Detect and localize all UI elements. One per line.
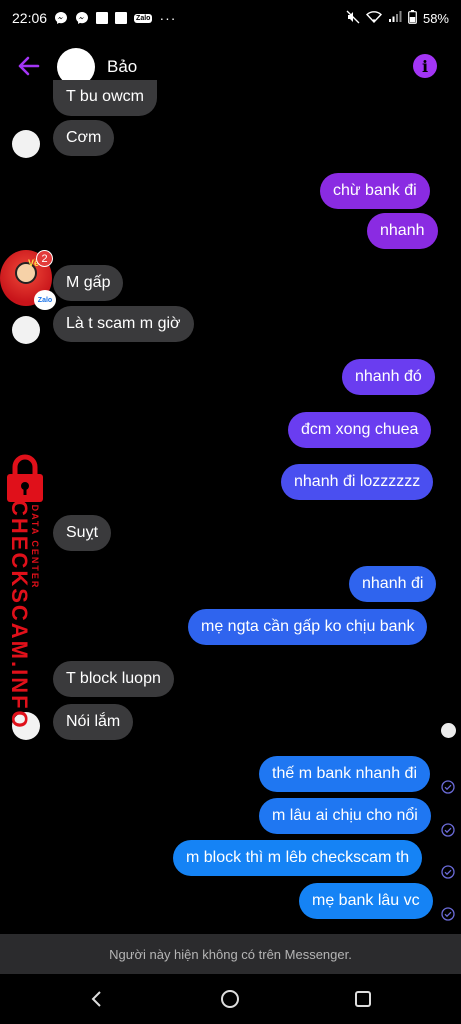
sender-avatar[interactable] (12, 130, 40, 158)
status-time: 22:06 (12, 10, 48, 26)
status-bar: 22:06 Zalo ··· 58% (0, 0, 461, 36)
status-right: 58% (346, 9, 449, 27)
delivered-check-icon (441, 865, 455, 879)
contact-name[interactable]: Bảo (107, 57, 137, 77)
status-left: 22:06 Zalo ··· (12, 10, 176, 26)
zalo-logo-icon: Zalo (34, 290, 56, 310)
delivered-check-icon (441, 780, 455, 794)
unavailable-notice: Người này hiện không có trên Messenger. (0, 934, 461, 974)
seen-avatar (441, 723, 456, 738)
message-incoming[interactable]: Suỵt (53, 515, 112, 551)
info-button[interactable]: i (413, 54, 437, 78)
message-incoming[interactable]: T block luopn (53, 661, 174, 697)
watermark-site: CHECKSCAM.INFO (7, 500, 32, 730)
zalo-chat-head[interactable]: Về ăn 2 Zalo (0, 250, 56, 310)
message-outgoing[interactable]: nhanh đi (349, 566, 437, 602)
back-button[interactable] (14, 54, 42, 78)
nav-home-icon[interactable] (219, 988, 241, 1010)
messenger-icon (75, 11, 89, 25)
message-outgoing[interactable]: nhanh đi lozzzzzz (281, 464, 434, 500)
delivered-check-icon (441, 823, 455, 837)
nav-recents-icon[interactable] (352, 988, 374, 1010)
mute-icon (346, 10, 360, 27)
watermark: DATA CENTER CHECKSCAM.INFO (0, 452, 56, 730)
signal-icon (388, 10, 402, 26)
message-outgoing[interactable]: nhanh đó (342, 359, 435, 395)
message-outgoing[interactable]: m block thì m lêb checkscam th (173, 840, 423, 876)
message-outgoing[interactable]: thế m bank nhanh đi (259, 756, 430, 792)
message-outgoing[interactable]: mẹ bank lâu vc (299, 883, 433, 919)
info-icon: i (421, 56, 429, 76)
nav-back-icon[interactable] (86, 988, 108, 1010)
more-notifications-icon: ··· (159, 10, 177, 26)
unread-badge: 2 (36, 250, 53, 267)
wifi-icon (365, 10, 382, 26)
message-outgoing[interactable]: mẹ ngta cần gấp ko chịu bank (188, 609, 428, 645)
message-outgoing[interactable]: m lâu ai chịu cho nổi (259, 798, 431, 834)
sender-avatar[interactable] (12, 316, 40, 344)
battery-percent: 58% (422, 10, 449, 26)
back-arrow-icon (18, 56, 40, 76)
lock-icon (7, 454, 43, 502)
zalo-icon: Zalo (134, 13, 153, 23)
messenger-icon (54, 11, 68, 25)
message-incoming[interactable]: Nói lắm (53, 704, 134, 740)
system-navigation-bar (0, 974, 461, 1024)
message-outgoing[interactable]: đcm xong chuea (288, 412, 432, 448)
message-outgoing[interactable]: chừ bank đi (320, 173, 430, 209)
message-incoming[interactable]: T bu owcm (53, 80, 157, 116)
message-incoming[interactable]: M gấp (53, 265, 124, 301)
square-icon (96, 12, 109, 24)
message-incoming[interactable]: Là t scam m giờ (53, 306, 194, 342)
delivered-check-icon (441, 907, 455, 921)
message-incoming[interactable]: Cơm (53, 120, 115, 156)
message-outgoing[interactable]: nhanh (367, 213, 438, 249)
battery-icon (408, 9, 417, 27)
square-icon (115, 12, 128, 24)
